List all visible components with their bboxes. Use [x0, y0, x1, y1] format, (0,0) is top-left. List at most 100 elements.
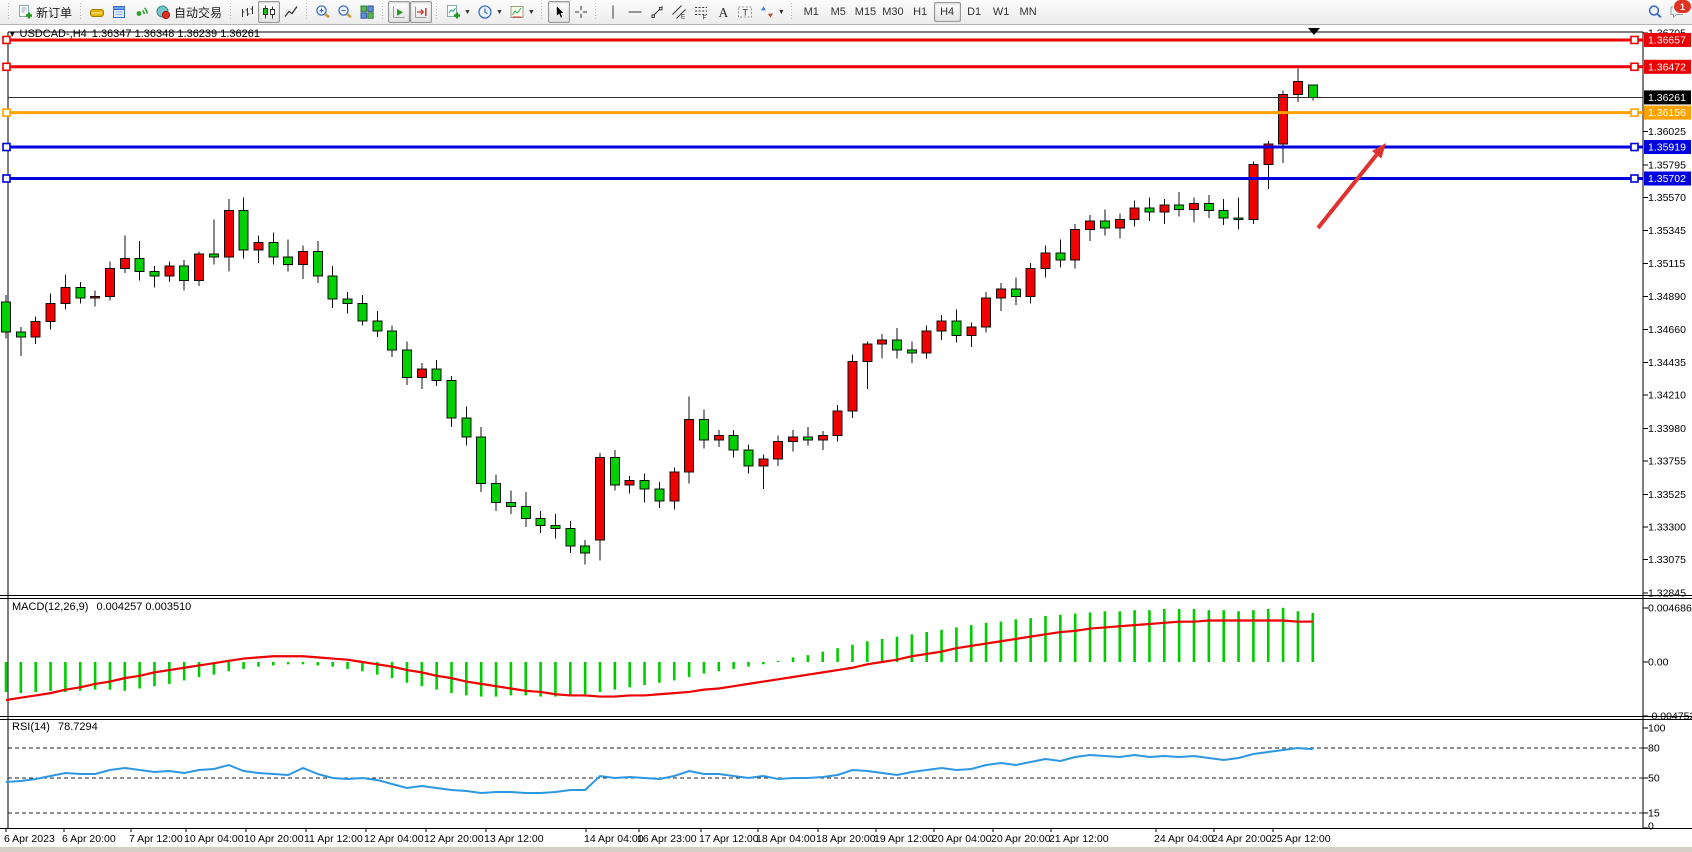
crosshair-button[interactable]	[570, 1, 592, 23]
candle	[105, 269, 114, 297]
line-chart-icon	[283, 4, 299, 20]
candle	[596, 457, 605, 540]
line-chart-button[interactable]	[280, 1, 302, 23]
candle	[150, 272, 159, 276]
signals-icon	[133, 4, 149, 20]
svg-text:10 Apr 04:00: 10 Apr 04:00	[184, 833, 244, 845]
new-order-icon	[17, 4, 33, 20]
svg-text:1.33525: 1.33525	[1648, 489, 1686, 501]
search-button[interactable]	[1644, 1, 1666, 23]
macd-title: MACD(12,26,9)	[12, 601, 88, 613]
tile-windows-button[interactable]	[356, 1, 378, 23]
trendline-button[interactable]	[646, 1, 668, 23]
candle	[1130, 208, 1139, 220]
fibonacci-button[interactable]: F	[690, 1, 712, 23]
new-order-button[interactable]: 新订单	[14, 1, 76, 23]
autotrade-button-label: 自动交易	[174, 4, 223, 21]
new-order-button-label: 新订单	[36, 4, 73, 21]
candle	[31, 322, 40, 337]
tf-h4-button[interactable]: H4	[934, 2, 961, 22]
tf-d1-button[interactable]: D1	[961, 2, 988, 22]
chart-area[interactable]: 1.367051.360251.357951.355701.353451.351…	[0, 0, 1692, 852]
candle	[432, 369, 441, 381]
tf-m15-button[interactable]: M15	[852, 2, 879, 22]
candle	[893, 340, 902, 350]
svg-text:14 Apr 04:00: 14 Apr 04:00	[584, 833, 644, 845]
cursor-button[interactable]	[548, 1, 570, 23]
tf-m30-button[interactable]: M30	[879, 2, 906, 22]
svg-text:6 Apr 20:00: 6 Apr 20:00	[62, 833, 116, 845]
candle	[180, 266, 189, 281]
market-watch-icon	[89, 4, 105, 20]
chart-menu-icon[interactable]: ▾	[10, 29, 15, 40]
chevron-down-icon: ▼	[528, 9, 535, 16]
zoom-out-button[interactable]	[334, 1, 356, 23]
candle	[1175, 205, 1184, 209]
candle	[774, 441, 783, 458]
zoom-in-button[interactable]	[312, 1, 334, 23]
candle	[1100, 221, 1109, 228]
text-button[interactable]: A	[712, 1, 734, 23]
bar-chart-icon	[239, 4, 255, 20]
periods-button[interactable]: ▼	[474, 1, 506, 23]
candle	[402, 350, 411, 378]
bar-chart-button[interactable]	[236, 1, 258, 23]
candle	[16, 332, 25, 337]
hline-button[interactable]	[624, 1, 646, 23]
svg-text:1.35115: 1.35115	[1648, 258, 1685, 270]
candle	[685, 420, 694, 472]
autotrade-button[interactable]: 自动交易	[152, 1, 226, 23]
candle	[937, 321, 946, 331]
candle	[729, 436, 738, 451]
templates-button[interactable]: ▼	[506, 1, 538, 23]
candle	[224, 211, 233, 257]
tf-mn-button[interactable]: MN	[1015, 2, 1042, 22]
market-watch-button[interactable]	[86, 1, 108, 23]
candle	[640, 481, 649, 490]
candle	[1115, 219, 1124, 228]
tf-h1-button[interactable]: H1	[907, 2, 934, 22]
chevron-down-icon: ▼	[778, 9, 785, 16]
macd-indicator-label: MACD(12,26,9) 0.004257 0.003510	[12, 601, 191, 613]
svg-text:18 Apr 20:00: 18 Apr 20:00	[816, 833, 876, 845]
candle	[417, 369, 426, 378]
data-window-button[interactable]	[108, 1, 130, 23]
tf-m5-button[interactable]: M5	[825, 2, 852, 22]
candle	[536, 518, 545, 525]
candle	[1204, 203, 1213, 210]
toolbar-grip	[78, 3, 82, 21]
svg-text:17 Apr 12:00: 17 Apr 12:00	[699, 833, 759, 845]
template-icon	[509, 4, 525, 20]
tf-m1-button[interactable]: M1	[798, 2, 825, 22]
candle	[551, 526, 560, 529]
candle	[239, 211, 248, 250]
candle	[165, 266, 174, 276]
shapes-button[interactable]: ▼	[756, 1, 788, 23]
indicators-button[interactable]: ▼	[442, 1, 474, 23]
tf-w1-button[interactable]: W1	[988, 2, 1015, 22]
svg-text:0.00: 0.00	[1648, 657, 1669, 669]
svg-text:A: A	[718, 5, 728, 20]
candle	[982, 298, 991, 327]
chart-quote: 1.36347 1.36348 1.36239 1.36261	[92, 28, 260, 40]
chart-shift-button[interactable]	[410, 1, 432, 23]
crosshair-icon	[573, 4, 589, 20]
trendline-icon	[649, 4, 665, 20]
svg-text:11 Apr 12:00: 11 Apr 12:00	[304, 833, 363, 845]
chart-symbol-period: USDCAD-,H4	[20, 28, 87, 40]
candle	[714, 436, 723, 440]
autoscroll-button[interactable]	[388, 1, 410, 23]
signals-button[interactable]	[130, 1, 152, 23]
chat-button[interactable]: 1	[1666, 1, 1688, 23]
svg-text:1.36025: 1.36025	[1648, 126, 1686, 138]
candle	[76, 288, 85, 298]
toolbar-grip	[790, 3, 794, 21]
vline-button[interactable]	[602, 1, 624, 23]
candle	[1249, 164, 1258, 219]
label-button[interactable]: T	[734, 1, 756, 23]
channel-button[interactable]: E	[668, 1, 690, 23]
candlestick-button[interactable]	[258, 1, 280, 23]
indicators-icon	[445, 4, 461, 20]
search-icon	[1647, 4, 1663, 20]
svg-text:1.33075: 1.33075	[1648, 554, 1686, 566]
